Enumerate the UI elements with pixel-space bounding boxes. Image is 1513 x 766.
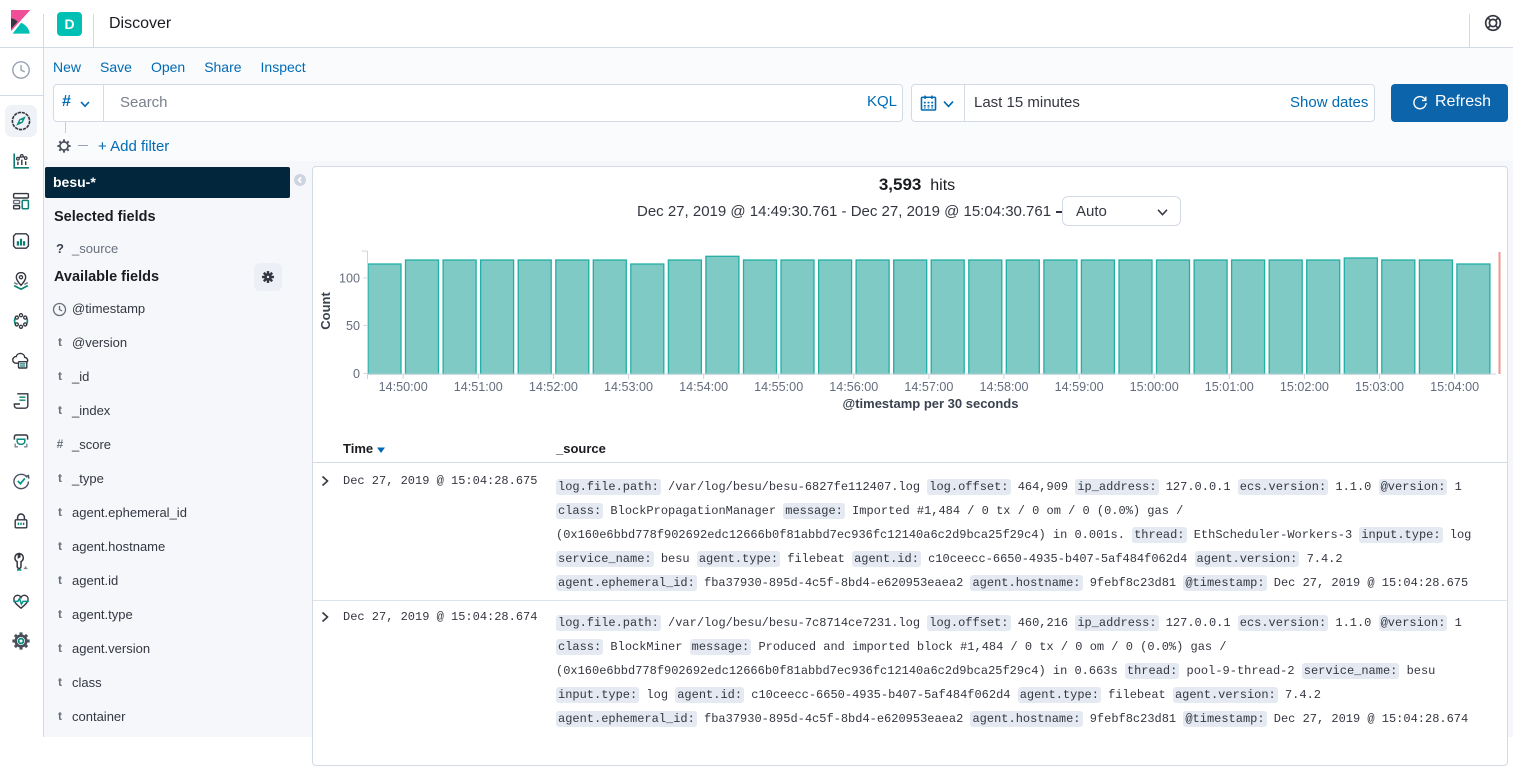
svg-text:14:50:00: 14:50:00 [379, 380, 428, 394]
svg-text:14:54:00: 14:54:00 [679, 380, 728, 394]
svg-text:15:03:00: 15:03:00 [1355, 380, 1404, 394]
svg-text:@timestamp per 30 seconds: @timestamp per 30 seconds [843, 396, 1019, 411]
svg-text:14:52:00: 14:52:00 [529, 380, 578, 394]
svg-text:14:55:00: 14:55:00 [754, 380, 803, 394]
svg-text:14:59:00: 14:59:00 [1055, 380, 1104, 394]
svg-text:50: 50 [346, 319, 360, 333]
svg-text:15:01:00: 15:01:00 [1205, 380, 1254, 394]
svg-text:14:57:00: 14:57:00 [904, 380, 953, 394]
svg-text:14:58:00: 14:58:00 [979, 380, 1028, 394]
svg-text:14:51:00: 14:51:00 [454, 380, 503, 394]
svg-text:15:00:00: 15:00:00 [1130, 380, 1179, 394]
svg-text:14:56:00: 14:56:00 [829, 380, 878, 394]
svg-text:Count: Count [318, 292, 333, 330]
svg-text:15:04:00: 15:04:00 [1430, 380, 1479, 394]
svg-text:14:53:00: 14:53:00 [604, 380, 653, 394]
svg-text:15:02:00: 15:02:00 [1280, 380, 1329, 394]
svg-text:0: 0 [353, 367, 360, 381]
svg-text:100: 100 [339, 272, 360, 286]
